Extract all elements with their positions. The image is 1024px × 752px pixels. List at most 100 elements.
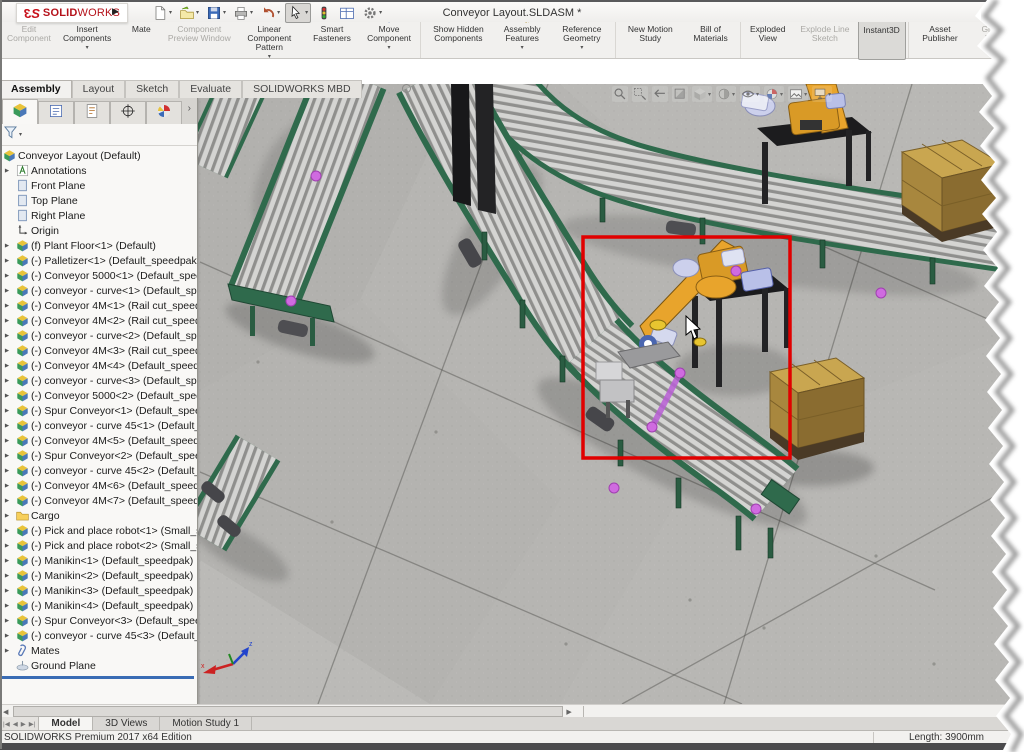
prev-tab-icon[interactable]: ◀ — [13, 720, 18, 728]
tree-item-conveyor-curve-3[interactable]: ▶(-) conveyor - curve<3> (Default_speedp… — [0, 373, 197, 388]
expand-arrow-icon[interactable]: ▶ — [4, 573, 10, 579]
tab-sketch[interactable]: Sketch — [125, 80, 179, 98]
dropdown-caret-icon[interactable]: ▾ — [732, 91, 735, 98]
tree-item-manikin-2-default[interactable]: ▶(-) Manikin<2> (Default_speedpak) — [0, 568, 197, 583]
tree-item-top-plane[interactable]: ▶Top Plane — [0, 193, 197, 208]
panel-tab-featuremanager[interactable] — [2, 99, 38, 124]
options-button[interactable]: ▾ — [360, 4, 384, 22]
expand-arrow-icon[interactable]: ▶ — [4, 603, 10, 609]
expand-arrow-icon[interactable]: ▶ — [4, 393, 10, 399]
expand-arrow-icon[interactable]: ▶ — [4, 513, 10, 519]
magenta-marker[interactable] — [731, 266, 741, 276]
rebuild-button[interactable] — [314, 4, 334, 22]
tree-item-conveyor-curve-2[interactable]: ▶(-) conveyor - curve<2> (Default_speedp… — [0, 328, 197, 343]
zoom-to-fit-button[interactable] — [612, 86, 628, 102]
expand-arrow-icon[interactable]: ▶ — [4, 633, 10, 639]
heads-up-view-toolbar[interactable]: ▾ ▾ ▾ ▾ ▾ ▾ — [612, 86, 832, 102]
tree-item-conveyor-4m-5-defa[interactable]: ▶(-) Conveyor 4M<5> (Default_speedpak) — [0, 433, 197, 448]
tree-item-right-plane[interactable]: ▶Right Plane — [0, 208, 197, 223]
dropdown-caret-icon[interactable]: ▾ — [305, 9, 308, 16]
magenta-marker[interactable] — [609, 483, 619, 493]
tree-item-conveyor-curve-45[interactable]: ▶(-) conveyor - curve 45<1> (Default_spe… — [0, 418, 197, 433]
scrollbar-thumb[interactable] — [13, 706, 563, 717]
magenta-marker[interactable] — [286, 296, 296, 306]
magenta-marker[interactable] — [311, 171, 321, 181]
expand-arrow-icon[interactable]: ▶ — [4, 468, 10, 474]
dropdown-caret-icon[interactable]: ▾ — [196, 9, 199, 16]
tree-filter-row[interactable]: ▾ — [0, 124, 197, 146]
expand-arrow-icon[interactable]: ▶ — [4, 333, 10, 339]
view-settings-button[interactable]: ▾ — [812, 86, 832, 102]
tree-item-manikin-4-default[interactable]: ▶(-) Manikin<4> (Default_speedpak) — [0, 598, 197, 613]
tree-item-f-plant-floor-1-defa[interactable]: ▶(f) Plant Floor<1> (Default) — [0, 238, 197, 253]
filter-caret-icon[interactable]: ▾ — [19, 131, 22, 138]
tree-item-conveyor-4m-7-defa[interactable]: ▶(-) Conveyor 4M<7> (Default_speedpak) — [0, 493, 197, 508]
view-orientation-button[interactable]: ▾ — [692, 86, 712, 102]
tree-item-conveyor-layout-defaul[interactable]: ▶Conveyor Layout (Default) — [0, 148, 197, 163]
study-tab-motion-study-1[interactable]: Motion Study 1 — [160, 717, 252, 730]
new-document-button[interactable]: ▾ — [150, 4, 174, 22]
tab-assembly[interactable]: Assembly — [0, 80, 72, 98]
magenta-marker[interactable] — [751, 504, 761, 514]
dropdown-caret-icon[interactable]: ▾ — [169, 9, 172, 16]
expand-arrow-icon[interactable]: ▶ — [4, 438, 10, 444]
tab-evaluate[interactable]: Evaluate — [179, 80, 242, 98]
dropdown-caret-icon[interactable]: ▾ — [756, 91, 759, 98]
expand-arrow-icon[interactable]: ▶ — [4, 558, 10, 564]
tree-item-conveyor-curve-45[interactable]: ▶(-) conveyor - curve 45<3> (Default_spe… — [0, 628, 197, 643]
tree-item-conveyor-4m-3-rail[interactable]: ▶(-) Conveyor 4M<3> (Rail cut_speedpak) — [0, 343, 197, 358]
panel-expand-chevron-icon[interactable]: › — [188, 103, 191, 114]
filter-icon[interactable] — [4, 126, 17, 144]
hide-show-items-button[interactable]: ▾ — [740, 86, 760, 102]
dropdown-caret-icon[interactable]: ▾ — [828, 91, 831, 98]
tree-item-front-plane[interactable]: ▶Front Plane — [0, 178, 197, 193]
tree-item-pick-and-place-robot[interactable]: ▶(-) Pick and place robot<1> (Small_spee… — [0, 523, 197, 538]
dropdown-caret-icon[interactable]: ▾ — [780, 91, 783, 98]
expand-arrow-icon[interactable]: ▶ — [4, 318, 10, 324]
edit-appearance-button[interactable]: ▾ — [764, 86, 784, 102]
dropdown-caret-icon[interactable]: ▾ — [804, 91, 807, 98]
print-button[interactable]: ▾ — [231, 4, 255, 22]
tree-item-spur-conveyor-2-de[interactable]: ▶(-) Spur Conveyor<2> (Default_speedpak) — [0, 448, 197, 463]
study-tab-model[interactable]: Model — [39, 717, 93, 730]
panel-tab-propertymanager[interactable] — [38, 101, 74, 124]
pallet-right-middle[interactable] — [770, 358, 864, 460]
expand-arrow-icon[interactable]: ▶ — [4, 273, 10, 279]
dropdown-caret-icon[interactable]: ▾ — [268, 53, 271, 58]
previous-view-button[interactable] — [652, 86, 668, 102]
tree-item-conveyor-4m-6-defa[interactable]: ▶(-) Conveyor 4M<6> (Default_speedpak) — [0, 478, 197, 493]
tree-item-manikin-3-default[interactable]: ▶(-) Manikin<3> (Default_speedpak) — [0, 583, 197, 598]
tree-item-mates[interactable]: ▶Mates — [0, 643, 197, 658]
tree-item-palletizer-1-defau[interactable]: ▶(-) Palletizer<1> (Default_speedpak) — [0, 253, 197, 268]
tree-item-ground-plane[interactable]: ▶Ground Plane — [0, 658, 197, 673]
panel-tab-dimxpertmanager[interactable] — [110, 101, 146, 124]
tree-item-conveyor-4m-2-rail[interactable]: ▶(-) Conveyor 4M<2> (Rail cut_speedpak) — [0, 313, 197, 328]
expand-arrow-icon[interactable]: ▶ — [4, 423, 10, 429]
expand-arrow-icon[interactable]: ▶ — [4, 258, 10, 264]
expand-arrow-icon[interactable]: ▶ — [4, 288, 10, 294]
tree-item-conveyor-curve-1[interactable]: ▶(-) conveyor - curve<1> (Default_speedp… — [0, 283, 197, 298]
magenta-marker[interactable] — [647, 422, 657, 432]
panel-tab-displaymanager[interactable] — [146, 101, 182, 124]
apply-scene-button[interactable]: ▾ — [788, 86, 808, 102]
dropdown-caret-icon[interactable]: ▾ — [580, 44, 583, 51]
magenta-marker[interactable] — [876, 288, 886, 298]
tree-item-conveyor-4m-4-defa[interactable]: ▶(-) Conveyor 4M<4> (Default_speedpak) — [0, 358, 197, 373]
display-style-button[interactable]: ▾ — [716, 86, 736, 102]
open-button[interactable]: ▾ — [177, 4, 201, 22]
last-tab-icon[interactable]: ▶| — [29, 720, 36, 728]
tree-item-conveyor-4m-1-rail[interactable]: ▶(-) Conveyor 4M<1> (Rail cut_speedpak) — [0, 298, 197, 313]
first-tab-icon[interactable]: |◀ — [3, 720, 10, 728]
viewport-hscrollbar[interactable]: ◀ ▶ — [0, 704, 1024, 718]
tab-solidworks-mbd[interactable]: SOLIDWORKS MBD — [242, 80, 361, 98]
expand-arrow-icon[interactable]: ▶ — [4, 408, 10, 414]
expand-arrow-icon[interactable]: ▶ — [4, 243, 10, 249]
tree-item-conveyor-5000-2-de[interactable]: ▶(-) Conveyor 5000<2> (Default_speedpak) — [0, 388, 197, 403]
expand-arrow-icon[interactable]: ▶ — [4, 498, 10, 504]
dropdown-caret-icon[interactable]: ▾ — [379, 9, 382, 16]
dropdown-caret-icon[interactable]: ▾ — [277, 9, 280, 16]
dropdown-caret-icon[interactable]: ▾ — [521, 44, 524, 51]
select-button[interactable]: ▾ — [285, 3, 311, 23]
expand-arrow-icon[interactable]: ▶ — [4, 453, 10, 459]
study-tab-3d-views[interactable]: 3D Views — [93, 717, 160, 730]
